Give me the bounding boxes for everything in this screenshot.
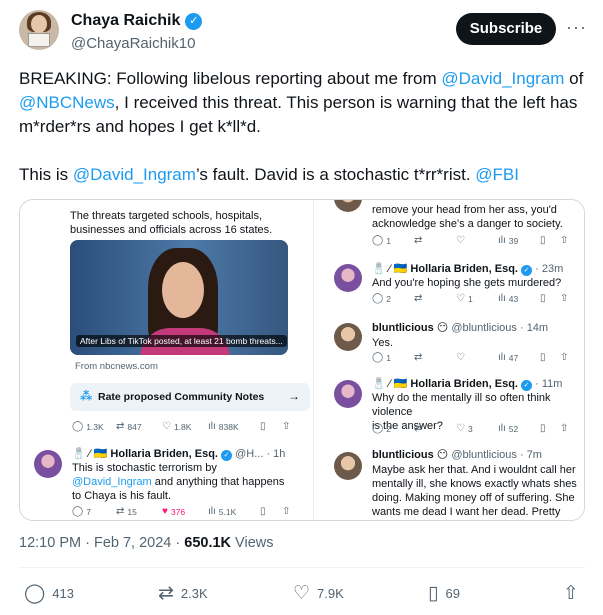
reply-user-line: 🧂 ⁄ 🇺🇦 Hollaria Briden, Esq. ✓ @H... · 1… [72,448,286,461]
reply-button[interactable]: ◯ 413 [24,582,74,605]
mention-nbcnews[interactable]: @NBCNews [19,93,115,112]
author-name-line[interactable]: Chaya Raichik ✓ [71,12,203,30]
tweet-action-bar: ◯ 413 ⇄ 2.3K ♡ 7.9K ▯ 69 ⇧ [0,578,603,610]
reply-3-actions: ◯ 2 ⇄ ♡ 3 ılı 52 ▯ ⇧ [372,423,569,434]
community-notes-button: ⁂ Rate proposed Community Notes → [70,383,310,411]
right-screenshot: remove your head from her ass, you'd ack… [320,200,584,520]
mention-david-ingram-2[interactable]: @David_Ingram [73,165,196,184]
reply-4-text: Maybe ask her that. And i wouldnt call h… [372,464,577,518]
reply-text: This is stochastic terrorism by @David_I… [72,462,285,502]
author-handle[interactable]: @ChayaRaichik10 [71,35,195,52]
mention-david-ingram[interactable]: @David_Ingram [441,69,564,88]
share-icon: ⇧ [282,421,291,432]
verified-badge-icon: ✓ [185,12,203,30]
views-count: 650.1K [184,535,232,551]
repost-icon: ⇄ [158,583,174,604]
thread-top-actions: ◯ 1 ⇄ ♡ ılı 39 ▯ ⇧ [372,235,569,246]
bookmark-button[interactable]: ▯ 69 [428,582,460,605]
reply-icon: ◯ [24,583,46,604]
left-screenshot: The threats targeted schools, hospitals,… [20,200,310,520]
community-notes-icon: ⁂ [80,389,93,403]
more-options-icon[interactable]: ··· [566,17,587,38]
repost-button[interactable]: ⇄ 2.3K [158,582,208,605]
reply-icon: ◯ [72,421,84,432]
left-post-actions: ◯ 1.3K ⇄ 847 ♡ 1.8K ılı 838K ▯ ⇧ [72,421,291,432]
bookmark-icon: ▯ [428,583,439,604]
reply-2-text: Yes. [372,337,394,349]
like-icon: ♡ [162,421,171,432]
thread-top-text: remove your head from her ass, you'd ack… [372,204,563,230]
reply-1-user-line: 🧂 ⁄ 🇺🇦 Hollaria Briden, Esq. ✓ · 23m [372,263,564,276]
news-headline: The threats targeted schools, hospitals,… [70,210,273,236]
reply-1-text: And you're hoping she gets murdered? [372,277,562,289]
divider [19,567,585,568]
image-divider [313,200,314,520]
arrow-right-icon: → [288,389,300,403]
views-icon: ılı [208,421,216,432]
photo-caption: After Libs of TikTok posted, at least 21… [76,335,287,347]
tweet-header: Chaya Raichik ✓ @ChayaRaichik10 Subscrib… [0,0,603,60]
news-photo: After Libs of TikTok posted, at least 21… [70,240,288,355]
subscribe-button[interactable]: Subscribe [456,13,556,45]
news-source: From nbcnews.com [75,361,158,372]
reply-1-actions: ◯ 2 ⇄ ♡ 1 ılı 43 ▯ ⇧ [372,293,569,304]
bookmark-icon: ▯ [260,421,266,432]
tweet-date[interactable]: Feb 7, 2024 [94,535,171,551]
reply-avatar [34,450,62,478]
author-name[interactable]: Chaya Raichik [71,12,180,30]
tweet-body: BREAKING: Following libelous reporting a… [19,67,589,211]
tweet-meta: 12:10 PM · Feb 7, 2024 · 650.1K Views [19,535,274,551]
attached-image[interactable]: The threats targeted schools, hospitals,… [19,199,585,521]
share-icon: ⇧ [563,583,579,604]
heart-icon: ♡ [293,583,311,604]
reply-2-user-line: bluntlicious 😶 @bluntlicious · 14m [372,322,549,334]
tweet-paragraph-2: This is @David_Ingram’s fault. David is … [19,165,519,184]
tweet-paragraph-1: BREAKING: Following libelous reporting a… [19,69,584,136]
author-avatar[interactable] [19,10,59,50]
views-label: Views [231,535,274,551]
reply-2-actions: ◯ 1 ⇄ ♡ ılı 47 ▯ ⇧ [372,352,569,363]
repost-icon: ⇄ [116,421,125,432]
reply-3-user-line: 🧂 ⁄ 🇺🇦 Hollaria Briden, Esq. ✓ · 11m [372,378,563,391]
reply-actions: ◯ 7 ⇄ 15 ♥ 376 ılı 5.1K ▯ ⇧ [72,506,291,517]
like-button[interactable]: ♡ 7.9K [293,582,344,605]
mention-fbi[interactable]: @FBI [475,165,519,184]
share-button[interactable]: ⇧ [563,582,579,605]
tweet-time[interactable]: 12:10 PM [19,535,81,551]
reply-4-user-line: bluntlicious 😶 @bluntlicious · 7m [372,449,542,461]
